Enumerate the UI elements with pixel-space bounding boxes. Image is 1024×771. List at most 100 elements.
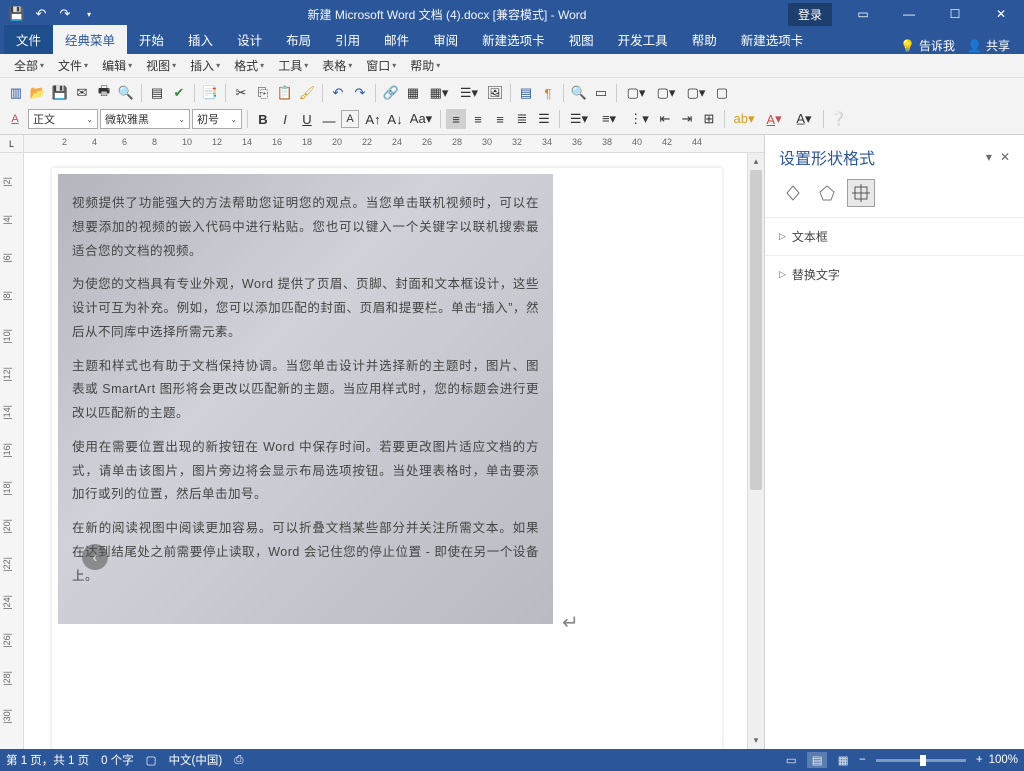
align-right-icon[interactable]: ≡ bbox=[490, 109, 510, 129]
undo-icon[interactable]: ↶ bbox=[30, 3, 52, 25]
ribbon-display-icon[interactable]: ▭ bbox=[840, 0, 886, 28]
page-indicator[interactable]: 第 1 页，共 1 页 bbox=[6, 752, 89, 768]
print-layout-icon[interactable]: ▤ bbox=[807, 752, 827, 768]
highlight-icon[interactable]: ab▾ bbox=[730, 109, 758, 129]
outdent-icon[interactable]: ⇤ bbox=[655, 109, 675, 129]
blank4-icon[interactable]: ▢ bbox=[712, 83, 732, 103]
change-case-icon[interactable]: Aa▾ bbox=[407, 109, 435, 129]
qat-dropdown-icon[interactable]: ▾ bbox=[78, 3, 100, 25]
italic-icon[interactable]: I bbox=[275, 109, 295, 129]
menu-insert[interactable]: 插入▾ bbox=[184, 55, 226, 76]
numbering-icon[interactable]: ≡▾ bbox=[595, 109, 623, 129]
tab-design[interactable]: 设计 bbox=[225, 25, 274, 54]
bullets-icon[interactable]: ⋮▾ bbox=[625, 109, 653, 129]
table-icon[interactable]: ▦ bbox=[403, 83, 423, 103]
line-spacing-icon[interactable]: ☰▾ bbox=[565, 109, 593, 129]
zoom-in-button[interactable]: + bbox=[976, 754, 983, 766]
zoom-slider[interactable] bbox=[876, 759, 966, 762]
tab-file[interactable]: 文件 bbox=[4, 25, 53, 54]
menu-table[interactable]: 表格▾ bbox=[316, 55, 358, 76]
tab-classic-menu[interactable]: 经典菜单 bbox=[53, 25, 127, 54]
effects-icon[interactable] bbox=[813, 179, 841, 207]
horizontal-ruler[interactable]: 2468101214161820222426283032343638404244 bbox=[24, 135, 764, 153]
char-scaling-icon[interactable]: A̲▾ bbox=[790, 109, 818, 129]
redo-icon[interactable]: ↷ bbox=[350, 83, 370, 103]
maximize-icon[interactable]: ☐ bbox=[932, 0, 978, 28]
help-icon[interactable]: ❔ bbox=[829, 109, 849, 129]
zoom-icon[interactable]: 🔍 bbox=[569, 83, 589, 103]
format-painter-icon[interactable]: 🖌 bbox=[297, 83, 317, 103]
tab-mailings[interactable]: 邮件 bbox=[372, 25, 421, 54]
show-marks-icon[interactable]: ¶ bbox=[538, 83, 558, 103]
pane-dropdown-icon[interactable]: ▾ bbox=[986, 150, 992, 164]
scroll-up-icon[interactable]: ▴ bbox=[748, 153, 764, 170]
tab-review[interactable]: 审阅 bbox=[421, 25, 470, 54]
email-icon[interactable]: ✉ bbox=[72, 83, 92, 103]
inserted-image[interactable]: 视频提供了功能强大的方法帮助您证明您的观点。当您单击联机视频时，可以在想要添加的… bbox=[58, 174, 553, 624]
tell-me-button[interactable]: 💡告诉我 bbox=[900, 37, 955, 54]
scroll-down-icon[interactable]: ▾ bbox=[748, 732, 764, 749]
section-textbox[interactable]: ▷文本框 bbox=[779, 224, 1010, 249]
minimize-icon[interactable]: — bbox=[886, 0, 932, 28]
menu-tools[interactable]: 工具▾ bbox=[272, 55, 314, 76]
print-icon[interactable]: 🖶 bbox=[94, 83, 114, 103]
paste-icon[interactable]: 📋 bbox=[275, 83, 295, 103]
distributed-icon[interactable]: ☰ bbox=[534, 109, 554, 129]
copy-icon[interactable]: ⎘ bbox=[253, 83, 273, 103]
login-button[interactable]: 登录 bbox=[788, 3, 832, 26]
tab-help[interactable]: 帮助 bbox=[680, 25, 729, 54]
redo-icon[interactable]: ↷ bbox=[54, 3, 76, 25]
ruler-corner[interactable]: L bbox=[0, 135, 24, 153]
char-border-icon[interactable]: A bbox=[341, 110, 359, 128]
scroll-track[interactable] bbox=[748, 170, 764, 732]
indent-icon[interactable]: ⇥ bbox=[677, 109, 697, 129]
bold-icon[interactable]: B bbox=[253, 109, 273, 129]
tab-references[interactable]: 引用 bbox=[323, 25, 372, 54]
vertical-scrollbar[interactable]: ▴ ▾ bbox=[747, 153, 764, 749]
print-preview-icon[interactable]: 🔍 bbox=[116, 83, 136, 103]
menu-help[interactable]: 帮助▾ bbox=[404, 55, 446, 76]
drawing-icon[interactable]: ▭ bbox=[591, 83, 611, 103]
tables-dropdown-icon[interactable]: ▦▾ bbox=[425, 83, 453, 103]
font-combo[interactable]: 微软雅黑⌄ bbox=[100, 109, 190, 129]
save-icon[interactable]: 💾 bbox=[50, 83, 70, 103]
blank1-icon[interactable]: ▢▾ bbox=[622, 83, 650, 103]
word-count[interactable]: 0 个字 bbox=[101, 752, 134, 768]
open-icon[interactable]: 📂 bbox=[28, 83, 48, 103]
borders-icon[interactable]: ⊞ bbox=[699, 109, 719, 129]
zoom-level[interactable]: 100% bbox=[989, 754, 1018, 766]
document-canvas[interactable]: 视频提供了功能强大的方法帮助您证明您的观点。当您单击联机视频时，可以在想要添加的… bbox=[24, 153, 747, 749]
new-icon[interactable]: ▥ bbox=[6, 83, 26, 103]
font-color-icon[interactable]: A▾ bbox=[760, 109, 788, 129]
layout-properties-icon[interactable] bbox=[847, 179, 875, 207]
menu-view[interactable]: 视图▾ bbox=[140, 55, 182, 76]
hyperlink-icon[interactable]: 🔗 bbox=[381, 83, 401, 103]
insert-mode-icon[interactable]: ⎙ bbox=[234, 754, 243, 767]
document-map-icon[interactable]: ▤ bbox=[516, 83, 536, 103]
section-alttext[interactable]: ▷替换文字 bbox=[779, 262, 1010, 287]
tab-newtab2[interactable]: 新建选项卡 bbox=[729, 25, 816, 54]
tab-view[interactable]: 视图 bbox=[557, 25, 606, 54]
columns-icon[interactable]: ☰▾ bbox=[455, 83, 483, 103]
size-combo[interactable]: 初号⌄ bbox=[192, 109, 242, 129]
undo-icon[interactable]: ↶ bbox=[328, 83, 348, 103]
nav-prev-icon[interactable]: ‹ bbox=[82, 544, 108, 570]
menu-format[interactable]: 格式▾ bbox=[228, 55, 270, 76]
vertical-ruler[interactable]: |2||4||6||8||10||12||14||16||18||20||22|… bbox=[0, 153, 24, 749]
align-center-icon[interactable]: ≡ bbox=[468, 109, 488, 129]
menu-window[interactable]: 窗口▾ bbox=[360, 55, 402, 76]
style-combo[interactable]: 正文⌄ bbox=[28, 109, 98, 129]
picture-icon[interactable]: 🖼 bbox=[485, 83, 505, 103]
menu-file[interactable]: 文件▾ bbox=[52, 55, 94, 76]
zoom-out-button[interactable]: − bbox=[859, 754, 866, 766]
read-mode-icon[interactable]: ▭ bbox=[781, 752, 801, 768]
web-layout-icon[interactable]: ▦ bbox=[833, 752, 853, 768]
cut-icon[interactable]: ✂ bbox=[231, 83, 251, 103]
zoom-thumb[interactable] bbox=[920, 755, 926, 766]
menu-edit[interactable]: 编辑▾ bbox=[96, 55, 138, 76]
shrink-font-icon[interactable]: A↓ bbox=[385, 109, 405, 129]
share-button[interactable]: 👤共享 bbox=[967, 37, 1010, 54]
blank2-icon[interactable]: ▢▾ bbox=[652, 83, 680, 103]
tab-newtab1[interactable]: 新建选项卡 bbox=[470, 25, 557, 54]
tab-layout[interactable]: 布局 bbox=[274, 25, 323, 54]
